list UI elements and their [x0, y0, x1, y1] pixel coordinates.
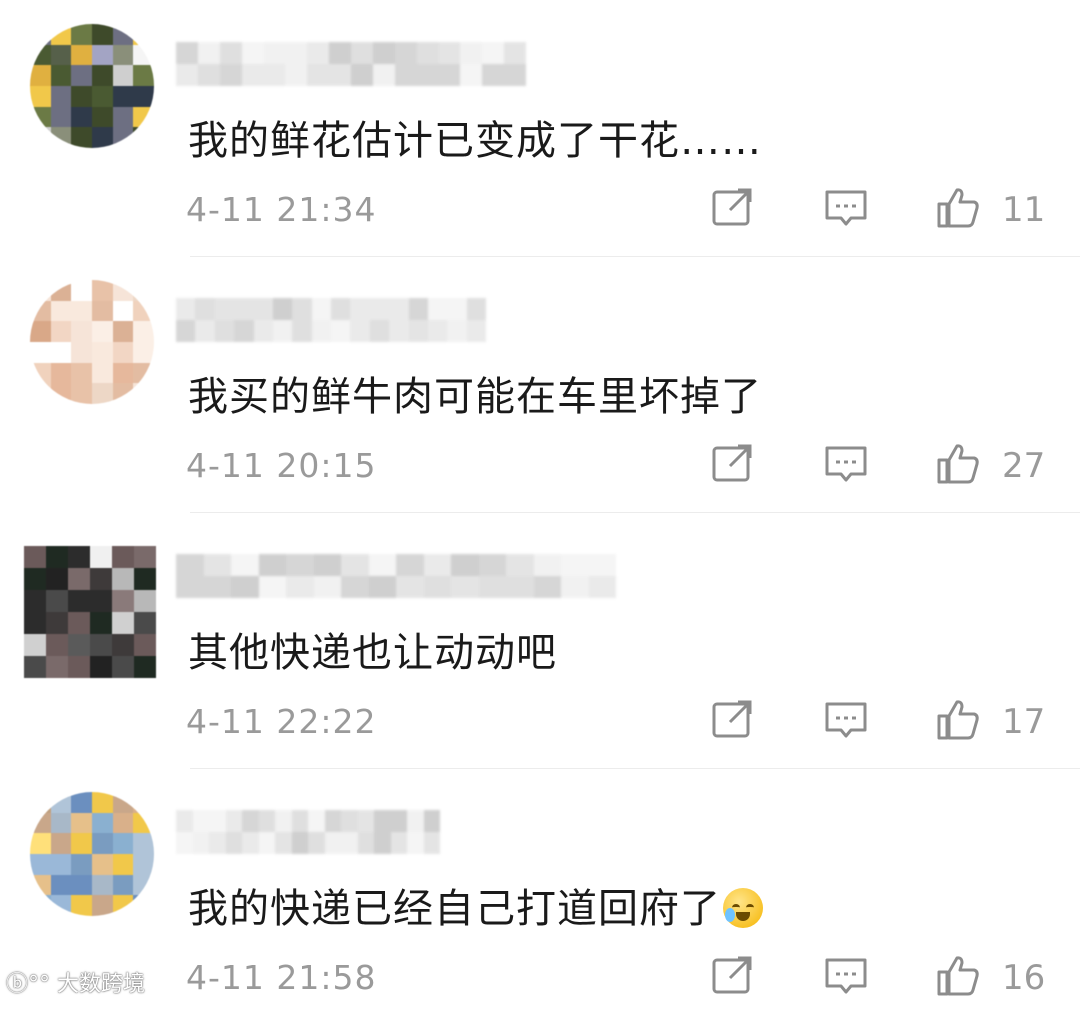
comment-item: 我买的鲜牛肉可能在车里坏掉了 4-11 20:15 27 — [0, 256, 1080, 513]
username-blurred[interactable] — [176, 810, 440, 854]
watermark-text: 大数跨境 — [57, 972, 146, 997]
comment-time: 4-11 20:15 — [186, 446, 377, 485]
share-icon[interactable] — [710, 696, 756, 742]
thumbs-up-icon[interactable] — [935, 952, 981, 998]
username-blurred[interactable] — [176, 554, 616, 598]
comment-item: 我的快递已经自己打道回府了 4-11 21:58 16 — [0, 768, 1080, 1023]
share-icon[interactable] — [710, 184, 756, 230]
watermark-logo-icon: ⓑ°° — [6, 972, 51, 997]
comment-time: 4-11 21:34 — [186, 190, 377, 229]
avatar[interactable] — [30, 792, 154, 916]
like-count: 27 — [1002, 446, 1046, 486]
comment-text: 其他快递也让动动吧 — [188, 630, 557, 676]
comment-text-content: 我的快递已经自己打道回府了 — [188, 886, 721, 932]
comment-icon[interactable] — [823, 952, 869, 998]
comment-text: 我的快递已经自己打道回府了 — [188, 876, 763, 934]
thumbs-up-icon[interactable] — [935, 696, 981, 742]
share-icon[interactable] — [710, 440, 756, 486]
crying-laughing-emoji-icon — [723, 888, 763, 928]
thumbs-up-icon[interactable] — [935, 184, 981, 230]
username-blurred[interactable] — [176, 298, 486, 342]
comment-text: 我的鲜花估计已变成了干花…… — [188, 118, 762, 164]
comment-icon[interactable] — [823, 184, 869, 230]
like-count: 16 — [1002, 958, 1046, 998]
comment-text: 我买的鲜牛肉可能在车里坏掉了 — [188, 374, 762, 420]
avatar[interactable] — [30, 24, 154, 148]
comment-time: 4-11 22:22 — [186, 702, 377, 741]
comment-item: 其他快递也让动动吧 4-11 22:22 17 — [0, 512, 1080, 769]
thumbs-up-icon[interactable] — [935, 440, 981, 486]
like-count: 17 — [1002, 702, 1046, 742]
comment-icon[interactable] — [823, 440, 869, 486]
comment-icon[interactable] — [823, 696, 869, 742]
comment-time: 4-11 21:58 — [186, 958, 377, 997]
avatar[interactable] — [30, 280, 154, 404]
comment-item: 我的鲜花估计已变成了干花…… 4-11 21:34 11 — [0, 0, 1080, 257]
like-count: 11 — [1002, 190, 1046, 230]
username-blurred[interactable] — [176, 42, 526, 86]
share-icon[interactable] — [710, 952, 756, 998]
avatar[interactable] — [24, 546, 156, 678]
watermark: ⓑ°° 大数跨境 — [6, 966, 145, 998]
